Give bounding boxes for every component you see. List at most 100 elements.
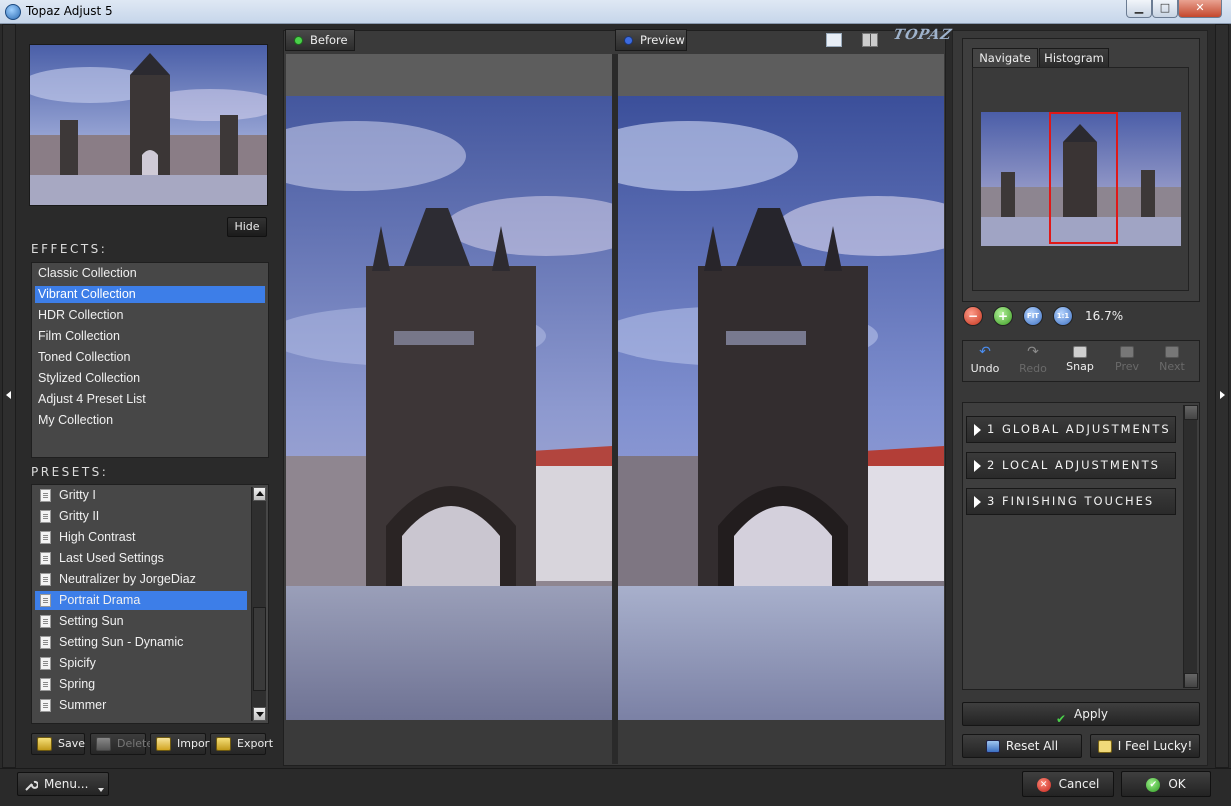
presets-list: Summer Spring Spicify Setting Sun - Dynamic… xyxy=(31,484,269,724)
document-icon xyxy=(40,594,51,607)
zoom-in-icon: + xyxy=(997,309,1009,323)
cancel-button[interactable]: ✕ Cancel xyxy=(1022,771,1114,797)
preset-label: Spring xyxy=(59,677,96,691)
preset-item[interactable]: Gritty I xyxy=(35,486,247,505)
tab-navigate[interactable]: Navigate xyxy=(972,48,1038,68)
hide-thumbnail-button[interactable]: Hide xyxy=(227,217,267,237)
redo-button[interactable]: ↷ Redo xyxy=(1013,344,1053,378)
cancel-label: Cancel xyxy=(1058,777,1100,791)
document-icon xyxy=(40,573,51,586)
save-icon xyxy=(37,737,52,751)
arrow-left-icon xyxy=(6,391,11,399)
next-label: Next xyxy=(1159,360,1185,373)
maximize-button[interactable]: □ xyxy=(1152,0,1178,18)
effects-label: EFFECTS: xyxy=(31,242,108,256)
preview-image xyxy=(618,96,944,720)
local-adjustments-section[interactable]: 2 LOCAL ADJUSTMENTS xyxy=(966,452,1176,479)
effect-item[interactable]: Classic Collection xyxy=(35,265,265,282)
export-label: Export xyxy=(237,737,274,750)
finishing-touches-section[interactable]: 3 FINISHING TOUCHES xyxy=(966,488,1176,515)
snap-button[interactable]: Snap xyxy=(1060,346,1100,378)
zoom-in-button[interactable]: + xyxy=(993,306,1013,326)
export-preset-button[interactable]: Export xyxy=(210,733,273,755)
camera-icon xyxy=(1073,346,1087,358)
dice-icon xyxy=(1097,740,1112,753)
preset-label: Neutralizer by JorgeDiaz xyxy=(59,572,196,586)
window-title: Topaz Adjust 5 xyxy=(26,4,113,18)
scroll-up-arrow-icon[interactable] xyxy=(1184,405,1198,420)
undo-icon: ↶ xyxy=(979,344,991,360)
reset-all-button[interactable]: Reset All xyxy=(962,734,1082,758)
adjustments-scrollbar[interactable] xyxy=(1183,405,1198,688)
document-icon xyxy=(40,699,51,712)
next-button[interactable]: Next xyxy=(1152,346,1192,378)
feel-lucky-button[interactable]: I Feel Lucky! xyxy=(1090,734,1200,758)
app-icon xyxy=(5,4,21,20)
navigator-panel xyxy=(972,67,1189,291)
preset-item[interactable]: Spring xyxy=(35,675,247,694)
preset-item[interactable]: Neutralizer by JorgeDiaz xyxy=(35,570,247,589)
effect-item[interactable]: Film Collection xyxy=(35,328,265,345)
zoom-out-button[interactable]: − xyxy=(963,306,983,326)
preset-item[interactable]: High Contrast xyxy=(35,528,247,547)
global-adjustments-section[interactable]: 1 GLOBAL ADJUSTMENTS xyxy=(966,416,1176,443)
preset-item[interactable]: Setting Sun xyxy=(35,612,247,631)
scroll-thumb[interactable] xyxy=(253,607,266,691)
effect-item[interactable]: HDR Collection xyxy=(35,307,265,324)
effect-item[interactable]: Adjust 4 Preset List xyxy=(35,391,265,408)
preset-item[interactable]: Setting Sun - Dynamic xyxy=(35,633,247,652)
document-icon xyxy=(40,489,51,502)
close-button[interactable]: ✕ xyxy=(1178,0,1222,18)
scroll-down-arrow-icon[interactable] xyxy=(1184,673,1198,688)
scroll-up-arrow-icon[interactable] xyxy=(253,487,266,501)
document-icon xyxy=(40,552,51,565)
collapse-right-panel-toggle[interactable] xyxy=(1215,24,1229,768)
zoom-100-button[interactable]: 1:1 xyxy=(1053,306,1073,326)
apply-button[interactable]: ✔ Apply xyxy=(962,702,1200,726)
save-preset-button[interactable]: Save xyxy=(31,733,85,755)
preset-label: Portrait Drama xyxy=(59,593,141,607)
export-icon xyxy=(216,737,231,751)
ok-icon: ✔ xyxy=(1146,777,1161,792)
preset-label: Spicify xyxy=(59,656,96,670)
preset-item[interactable]: Summer xyxy=(35,696,247,715)
prev-button[interactable]: Prev xyxy=(1107,346,1147,378)
delete-preset-button[interactable]: Delete xyxy=(90,733,153,755)
navigator-image[interactable] xyxy=(981,112,1181,246)
split-view-icon[interactable] xyxy=(862,33,878,47)
ok-button[interactable]: ✔ OK xyxy=(1121,771,1211,797)
preset-item[interactable]: Spicify xyxy=(35,654,247,673)
tab-before[interactable]: Before xyxy=(285,29,355,51)
undo-button[interactable]: ↶ Undo xyxy=(965,344,1005,378)
preset-item[interactable]: Gritty II xyxy=(35,507,247,526)
collapse-left-panel-toggle[interactable] xyxy=(2,24,16,768)
effect-item[interactable]: Stylized Collection xyxy=(35,370,265,387)
next-snapshot-icon xyxy=(1165,346,1179,358)
arrow-right-icon xyxy=(1220,391,1225,399)
import-preset-button[interactable]: Import xyxy=(150,733,214,755)
effects-list: Classic Collection Vibrant Collection HDR … xyxy=(31,262,269,458)
preset-label: Last Used Settings xyxy=(59,551,164,565)
tab-histogram[interactable]: Histogram xyxy=(1039,48,1109,68)
minimize-button[interactable]: ▁ xyxy=(1126,0,1152,18)
effect-item[interactable]: Toned Collection xyxy=(35,349,265,366)
effect-item[interactable]: My Collection xyxy=(35,412,265,429)
import-label: Import xyxy=(177,737,214,750)
import-icon xyxy=(156,737,171,751)
zoom-fit-button[interactable]: FIT xyxy=(1023,306,1043,326)
scroll-down-arrow-icon[interactable] xyxy=(253,707,266,721)
tab-preview[interactable]: Preview xyxy=(615,29,687,51)
presets-scrollbar[interactable] xyxy=(251,487,266,721)
preset-label: Setting Sun - Dynamic xyxy=(59,635,184,649)
preview-dot-icon xyxy=(624,36,633,45)
topaz-logo: TOPAZ xyxy=(891,27,954,43)
single-view-icon[interactable] xyxy=(826,33,842,47)
checkmark-icon: ✔ xyxy=(1056,712,1067,726)
title-bar: Topaz Adjust 5 ▁ □ ✕ xyxy=(0,0,1231,24)
before-dot-icon xyxy=(294,36,303,45)
redo-icon: ↷ xyxy=(1027,344,1039,360)
preset-item[interactable]: Last Used Settings xyxy=(35,549,247,568)
preset-item[interactable]: Portrait Drama xyxy=(35,591,247,610)
menu-button[interactable]: Menu... xyxy=(17,772,109,796)
effect-item[interactable]: Vibrant Collection xyxy=(35,286,265,303)
